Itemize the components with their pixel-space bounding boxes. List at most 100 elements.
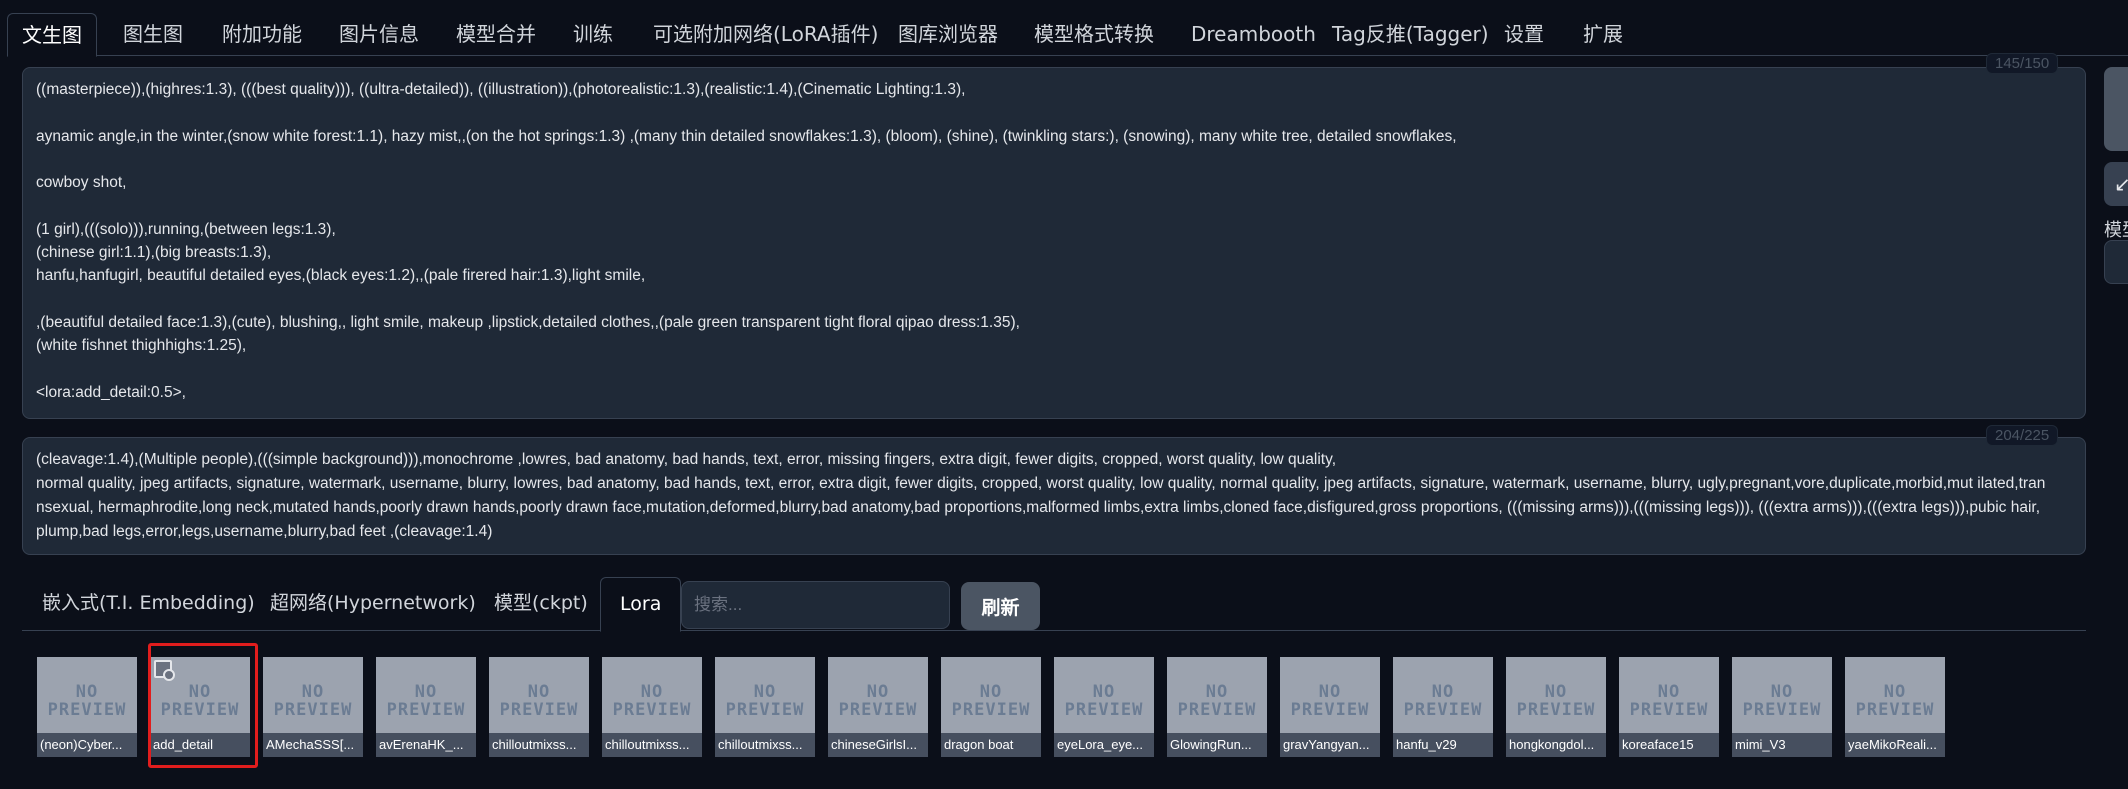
prompt-line: (chinese girl:1.1),(big breasts:1.3),	[36, 244, 272, 261]
lora-card-name: hongkongdol...	[1506, 733, 1606, 757]
no-preview-line: PREVIEW	[499, 700, 579, 720]
lora-card-name: avErenaHK_...	[376, 733, 476, 757]
lora-card[interactable]: NO PREVIEW koreaface15	[1619, 657, 1719, 757]
no-preview-line: NO	[1883, 682, 1907, 702]
prompt-token-counter: 145/150	[1986, 53, 2059, 74]
tab-settings[interactable]: 设置	[1504, 13, 1544, 55]
lora-card[interactable]: NO PREVIEW chineseGirlsI...	[828, 657, 928, 757]
refresh-button[interactable]: 刷新	[961, 582, 1040, 630]
lora-card[interactable]: NO PREVIEW (neon)Cyber...	[37, 657, 137, 757]
no-preview-line: NO	[866, 682, 890, 702]
lora-card-name: gravYangyan...	[1280, 733, 1380, 757]
negative-prompt-token-counter: 204/225	[1986, 425, 2059, 446]
lora-card[interactable]: NO PREVIEW hanfu_v29	[1393, 657, 1493, 757]
no-preview-line: NO	[979, 682, 1003, 702]
main-tab-bar: 文生图 图生图 附加功能 图片信息 模型合并 训练 可选附加网络(LoRA插件)…	[7, 13, 2128, 57]
tab-hypernetwork[interactable]: 超网络(Hypernetwork)	[270, 577, 476, 630]
tab-embedding[interactable]: 嵌入式(T.I. Embedding)	[42, 577, 255, 630]
tab-image-browser[interactable]: 图库浏览器	[898, 13, 998, 55]
lora-card[interactable]: NO PREVIEW dragon boat	[941, 657, 1041, 757]
no-preview-line: NO	[1092, 682, 1116, 702]
prompt-line: hanfu,hanfugirl, beautiful detailed eyes…	[36, 267, 646, 284]
lora-card[interactable]: NO PREVIEW mimi_V3	[1732, 657, 1832, 757]
no-preview-line: NO	[753, 682, 777, 702]
negative-prompt-textarea[interactable]: (cleavage:1.4),(Multiple people),(((simp…	[22, 437, 2086, 555]
tab-additional-networks[interactable]: 可选附加网络(LoRA插件)	[653, 13, 878, 55]
tab-tagger[interactable]: Tag反推(Tagger)	[1332, 13, 1489, 55]
prompt-line: cowboy shot,	[36, 174, 127, 191]
generate-button[interactable]	[2104, 67, 2128, 151]
no-preview-placeholder: NO PREVIEW	[37, 683, 137, 719]
selection-highlight	[148, 643, 258, 768]
no-preview-line: PREVIEW	[838, 700, 918, 720]
lora-card-name: GlowingRun...	[1167, 733, 1267, 757]
no-preview-placeholder: NO PREVIEW	[1167, 683, 1267, 719]
tab-img2img[interactable]: 图生图	[123, 13, 183, 55]
lora-card[interactable]: NO PREVIEW chilloutmixss...	[602, 657, 702, 757]
tab-checkpoint[interactable]: 模型(ckpt)	[494, 577, 588, 630]
no-preview-line: PREVIEW	[1290, 700, 1370, 720]
model-dropdown[interactable]	[2104, 240, 2128, 284]
prompt-line: (white fishnet thighhighs:1.25),	[36, 337, 247, 354]
no-preview-line: PREVIEW	[1403, 700, 1483, 720]
lora-card[interactable]: NO PREVIEW avErenaHK_...	[376, 657, 476, 757]
prompt-line: ((masterpiece)),(highres:1.3), (((best q…	[36, 81, 966, 98]
lora-card[interactable]: NO PREVIEW gravYangyan...	[1280, 657, 1380, 757]
lora-card[interactable]: NO PREVIEW chilloutmixss...	[489, 657, 589, 757]
no-preview-placeholder: NO PREVIEW	[715, 683, 815, 719]
lora-card-name: dragon boat	[941, 733, 1041, 757]
prompt-line: <lora:add_detail:0.5>,	[36, 384, 186, 401]
lora-card-name: (neon)Cyber...	[37, 733, 137, 757]
no-preview-placeholder: NO PREVIEW	[1054, 683, 1154, 719]
no-preview-line: NO	[640, 682, 664, 702]
no-preview-placeholder: NO PREVIEW	[941, 683, 1041, 719]
no-preview-placeholder: NO PREVIEW	[828, 683, 928, 719]
no-preview-placeholder: NO PREVIEW	[1280, 683, 1380, 719]
lora-card[interactable]: NO PREVIEW AMechaSSS[...	[263, 657, 363, 757]
tab-dreambooth[interactable]: Dreambooth	[1191, 13, 1316, 55]
lora-card-name: chilloutmixss...	[715, 733, 815, 757]
no-preview-line: PREVIEW	[725, 700, 805, 720]
tab-checkpoint-merger[interactable]: 模型合并	[456, 13, 536, 55]
no-preview-line: PREVIEW	[1516, 700, 1596, 720]
prompt-line: (1 girl),(((solo))),running,(between leg…	[36, 221, 336, 238]
no-preview-line: NO	[414, 682, 438, 702]
no-preview-line: NO	[1657, 682, 1681, 702]
lora-card-name: mimi_V3	[1732, 733, 1832, 757]
lora-card-name: koreaface15	[1619, 733, 1719, 757]
tab-extras[interactable]: 附加功能	[222, 13, 302, 55]
no-preview-line: PREVIEW	[47, 700, 127, 720]
no-preview-line: NO	[301, 682, 325, 702]
lora-card[interactable]: NO PREVIEW eyeLora_eye...	[1054, 657, 1154, 757]
lora-card[interactable]: NO PREVIEW GlowingRun...	[1167, 657, 1267, 757]
tab-train[interactable]: 训练	[573, 13, 613, 55]
no-preview-placeholder: NO PREVIEW	[1619, 683, 1719, 719]
tab-txt2img[interactable]: 文生图	[7, 13, 97, 57]
tab-model-converter[interactable]: 模型格式转换	[1034, 13, 1154, 55]
no-preview-placeholder: NO PREVIEW	[1506, 683, 1606, 719]
no-preview-line: PREVIEW	[273, 700, 353, 720]
no-preview-placeholder: NO PREVIEW	[376, 683, 476, 719]
no-preview-placeholder: NO PREVIEW	[602, 683, 702, 719]
no-preview-placeholder: NO PREVIEW	[1393, 683, 1493, 719]
lora-card-name: yaeMikoReali...	[1845, 733, 1945, 757]
no-preview-line: NO	[1205, 682, 1229, 702]
no-preview-placeholder: NO PREVIEW	[1845, 683, 1945, 719]
arrow-icon-button[interactable]: ↙	[2104, 162, 2128, 206]
no-preview-line: PREVIEW	[1064, 700, 1144, 720]
lora-card[interactable]: NO PREVIEW yaeMikoReali...	[1845, 657, 1945, 757]
no-preview-line: PREVIEW	[1177, 700, 1257, 720]
lora-card-name: chilloutmixss...	[489, 733, 589, 757]
no-preview-placeholder: NO PREVIEW	[1732, 683, 1832, 719]
no-preview-line: NO	[1318, 682, 1342, 702]
lora-card[interactable]: NO PREVIEW hongkongdol...	[1506, 657, 1606, 757]
tab-lora[interactable]: Lora	[600, 577, 682, 632]
lora-card-name: chilloutmixss...	[602, 733, 702, 757]
search-input[interactable]	[681, 581, 950, 629]
tab-extensions[interactable]: 扩展	[1583, 13, 1623, 55]
tab-png-info[interactable]: 图片信息	[339, 13, 419, 55]
no-preview-line: PREVIEW	[1742, 700, 1822, 720]
model-label: 模型	[2104, 220, 2128, 241]
prompt-textarea[interactable]: ((masterpiece)),(highres:1.3), (((best q…	[22, 67, 2086, 419]
lora-card[interactable]: NO PREVIEW chilloutmixss...	[715, 657, 815, 757]
